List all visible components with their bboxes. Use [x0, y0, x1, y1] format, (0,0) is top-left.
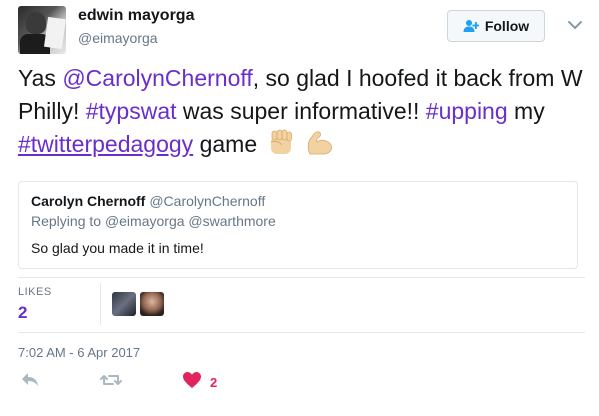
- tweet-timestamp[interactable]: 7:02 AM - 6 Apr 2017: [18, 345, 140, 360]
- follow-label: Follow: [484, 18, 530, 34]
- avatar[interactable]: [112, 292, 136, 316]
- tweet-text-part: Yas: [18, 65, 63, 91]
- author-name[interactable]: edwin mayorga: [78, 7, 194, 25]
- replying-to-label: Replying to: [31, 213, 102, 229]
- quoted-author[interactable]: Carolyn Chernoff @CarolynChernoff: [31, 193, 265, 209]
- mention-link[interactable]: @CarolynChernoff: [62, 65, 252, 91]
- likers-avatars: [112, 292, 164, 316]
- add-user-icon: [463, 19, 479, 33]
- divider: [18, 277, 585, 278]
- likes-count: 2: [18, 303, 28, 322]
- replying-to-link[interactable]: @eimayorga: [105, 213, 185, 229]
- like-button[interactable]: 2: [182, 371, 218, 394]
- flexed-biceps-emoji: [304, 128, 334, 156]
- heart-icon: [182, 371, 202, 394]
- like-count: 2: [210, 374, 218, 390]
- tweet-actions: 2: [18, 371, 318, 394]
- hashtag-link[interactable]: #typswat: [86, 98, 177, 124]
- quoted-author-handle: @CarolynChernoff: [149, 193, 266, 209]
- retweet-button[interactable]: [100, 372, 122, 392]
- quoted-author-name: Carolyn Chernoff: [31, 193, 146, 209]
- author-handle[interactable]: @eimayorga: [78, 30, 158, 46]
- chevron-down-icon[interactable]: [565, 18, 585, 34]
- avatar[interactable]: [140, 292, 164, 316]
- likes-stat[interactable]: LIKES 2: [18, 286, 98, 326]
- author-avatar[interactable]: [18, 6, 66, 54]
- reply-button[interactable]: [20, 372, 40, 392]
- retweet-icon: [100, 371, 122, 394]
- replying-to: Replying to @eimayorga @swarthmore: [31, 213, 276, 229]
- raised-fist-emoji: [266, 128, 296, 156]
- reply-icon: [20, 371, 40, 394]
- hashtag-link[interactable]: #twitterpedagogy: [18, 131, 193, 157]
- divider: [18, 332, 585, 333]
- tweet-text-part: game: [193, 131, 258, 157]
- follow-button[interactable]: Follow: [447, 10, 545, 42]
- quoted-text: So glad you made it in time!: [31, 240, 204, 256]
- divider: [100, 283, 101, 325]
- tweet-text: Yas @CarolynChernoff, so glad I hoofed i…: [18, 62, 588, 161]
- quoted-tweet[interactable]: Carolyn Chernoff @CarolynChernoff Replyin…: [18, 181, 578, 269]
- tweet-header: edwin mayorga @eimayorga Follow: [18, 6, 585, 54]
- replying-to-link[interactable]: @swarthmore: [188, 213, 275, 229]
- tweet-text-part: was super informative!!: [176, 98, 426, 124]
- hashtag-link[interactable]: #upping: [426, 98, 508, 124]
- likes-label: LIKES: [18, 286, 52, 298]
- tweet-text-part: my: [507, 98, 545, 124]
